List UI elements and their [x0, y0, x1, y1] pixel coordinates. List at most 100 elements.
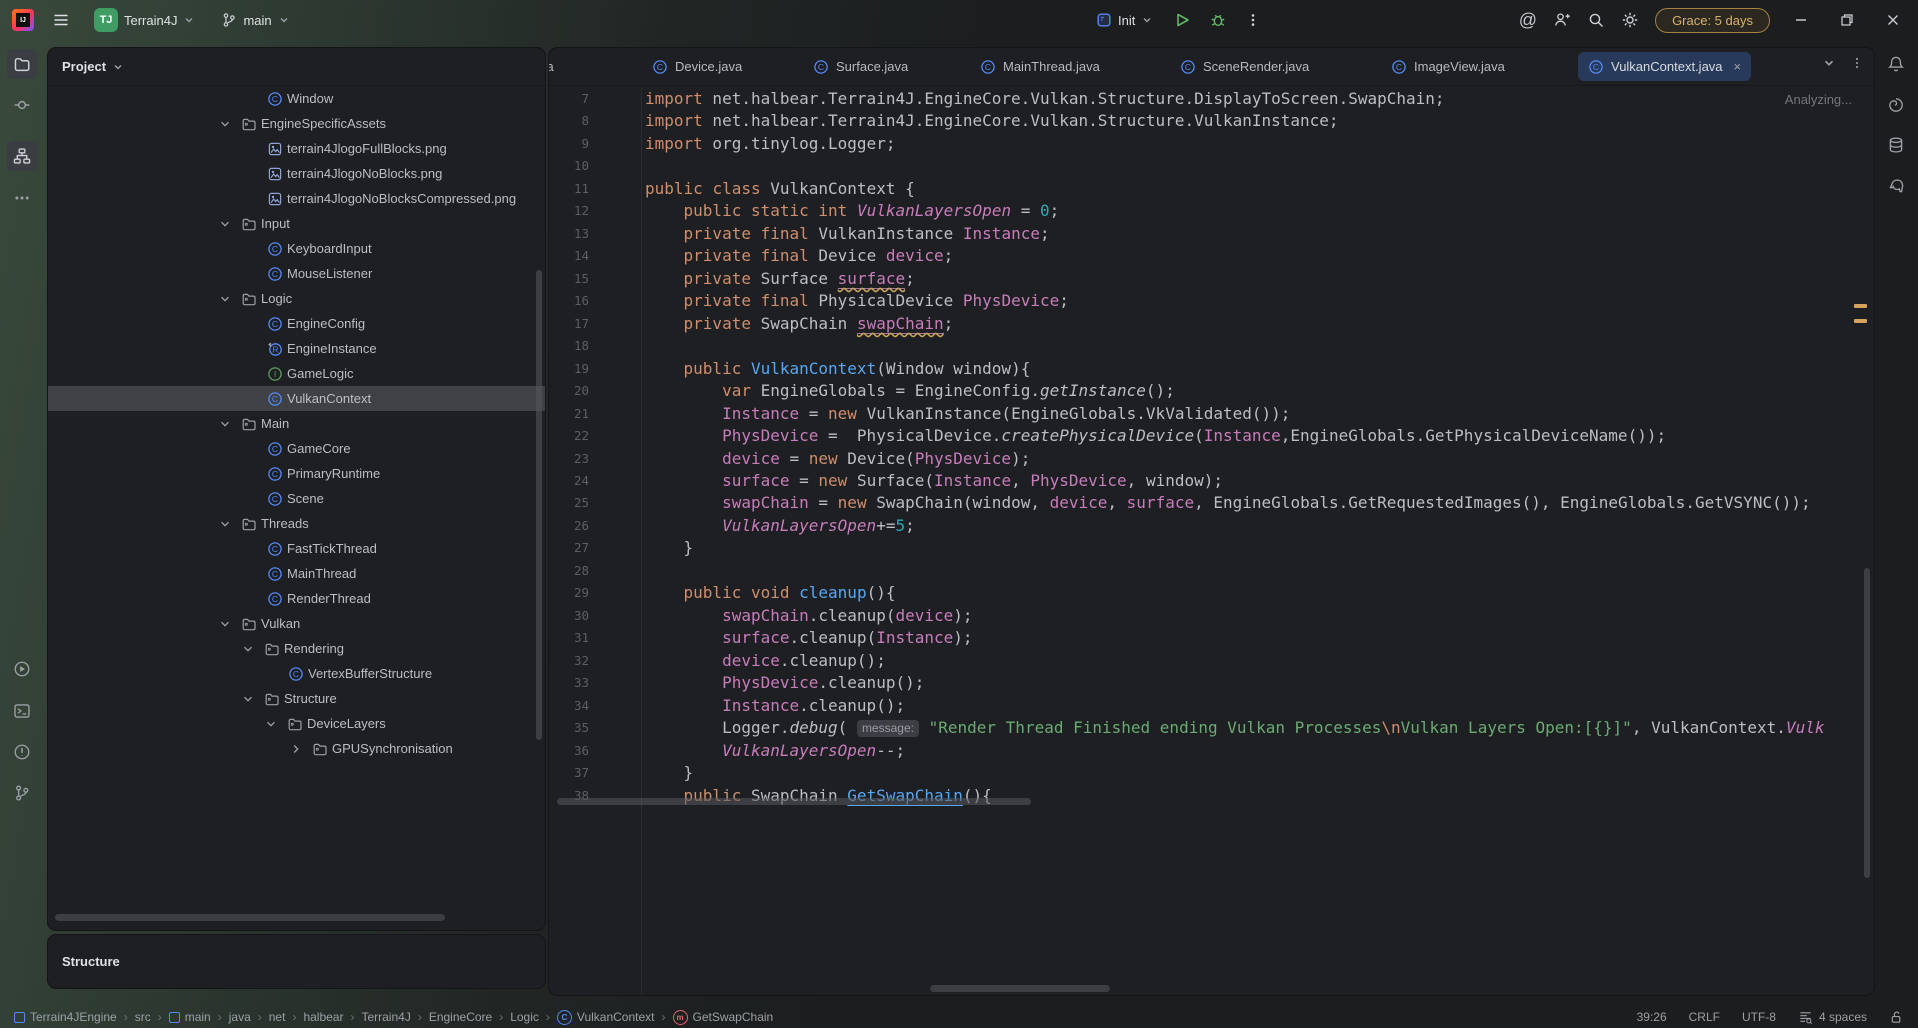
ai-assistant-icon[interactable]: @ — [1519, 10, 1537, 31]
tree-vertical-scrollbar[interactable] — [536, 270, 542, 740]
editor-bottom-hscrollbar[interactable] — [930, 985, 1110, 992]
breadcrumb-item-main[interactable]: main — [169, 1010, 211, 1024]
warning-stripe-mark[interactable] — [1854, 319, 1867, 323]
tab-surface-java[interactable]: CSurface.java — [803, 52, 918, 81]
gradle-tool-button[interactable] — [1881, 171, 1911, 201]
tree-item-input[interactable]: Input — [48, 211, 545, 236]
tree-item-fasttickthread[interactable]: CFastTickThread — [48, 536, 545, 561]
chevron-down-icon[interactable] — [217, 416, 233, 432]
tab-options-kebab-icon[interactable] — [1850, 56, 1864, 70]
file-encoding[interactable]: UTF-8 — [1742, 1010, 1776, 1024]
tree-item-vulkan[interactable]: Vulkan — [48, 611, 545, 636]
more-run-actions-button[interactable] — [1241, 8, 1265, 32]
chevron-down-icon[interactable] — [217, 616, 233, 632]
tree-item-threads[interactable]: Threads — [48, 511, 545, 536]
version-control-tool-button[interactable] — [7, 778, 37, 808]
indent-setting[interactable]: 4 spaces — [1798, 1010, 1867, 1025]
tree-item-engineinstance[interactable]: REngineInstance — [48, 336, 545, 361]
tree-item-devicelayers[interactable]: DeviceLayers — [48, 711, 545, 736]
tree-item-primaryruntime[interactable]: CPrimaryRuntime — [48, 461, 545, 486]
tab-mainthread-java[interactable]: CMainThread.java — [970, 52, 1110, 81]
breadcrumb-item-vulkancontext[interactable]: CVulkanContext — [557, 1010, 655, 1025]
project-tool-button[interactable] — [7, 49, 37, 79]
vcs-branch-widget[interactable]: main — [215, 8, 295, 32]
tree-item-enginespecificassets[interactable]: EngineSpecificAssets — [48, 111, 545, 136]
editor-vertical-scrollbar[interactable] — [1864, 568, 1870, 878]
project-tree[interactable]: CWindowEngineSpecificAssetsterrain4Jlogo… — [48, 86, 545, 930]
tree-item-window[interactable]: CWindow — [48, 86, 545, 111]
tree-item-main[interactable]: Main — [48, 411, 545, 436]
tree-item-mainthread[interactable]: CMainThread — [48, 561, 545, 586]
chevron-down-icon[interactable] — [217, 291, 233, 307]
hamburger-menu-icon[interactable] — [48, 7, 74, 33]
ai-chat-tool-button[interactable] — [1881, 90, 1911, 120]
tree-item-gamecore[interactable]: CGameCore — [48, 436, 545, 461]
chevron-right-icon[interactable] — [288, 741, 304, 757]
tree-item-engineconfig[interactable]: CEngineConfig — [48, 311, 545, 336]
chevron-down-icon[interactable] — [217, 516, 233, 532]
tab-close-icon[interactable]: × — [1734, 59, 1742, 74]
code-area[interactable]: 7import net.halbear.Terrain4J.EngineCore… — [549, 88, 1874, 995]
breadcrumb-item-java[interactable]: java — [229, 1010, 251, 1024]
tab-list-chevron-icon[interactable] — [1822, 56, 1836, 70]
close-button[interactable] — [1878, 9, 1908, 31]
warning-stripe-mark[interactable] — [1854, 304, 1867, 308]
tree-item-terrain4jlogonoblockscompressed-png[interactable]: terrain4JlogoNoBlocksCompressed.png — [48, 186, 545, 211]
chevron-down-icon[interactable] — [263, 716, 279, 732]
problems-tool-button[interactable] — [7, 737, 37, 767]
search-everywhere-button[interactable] — [1587, 11, 1605, 29]
breadcrumb-item-terrain4jengine[interactable]: Terrain4JEngine — [14, 1010, 117, 1024]
tree-item-renderthread[interactable]: CRenderThread — [48, 586, 545, 611]
chevron-down-icon[interactable] — [240, 691, 256, 707]
notifications-button[interactable] — [1881, 49, 1911, 79]
run-configuration-selector[interactable]: Init — [1090, 8, 1159, 32]
breadcrumb[interactable]: Terrain4JEngine›src›main›java›net›halbea… — [14, 1010, 773, 1025]
tree-item-keyboardinput[interactable]: CKeyboardInput — [48, 236, 545, 261]
structure-panel-header[interactable]: Structure — [48, 935, 545, 988]
editor-floating-hscrollbar[interactable] — [557, 798, 1031, 805]
terminal-tool-button[interactable] — [7, 696, 37, 726]
settings-button[interactable] — [1621, 11, 1639, 29]
tab-device-java[interactable]: CDevice.java — [642, 52, 752, 81]
license-badge[interactable]: Grace: 5 days — [1655, 8, 1770, 33]
tree-item-rendering[interactable]: Rendering — [48, 636, 545, 661]
tree-item-terrain4jlogofullblocks-png[interactable]: terrain4JlogoFullBlocks.png — [48, 136, 545, 161]
more-tool-windows-button[interactable] — [7, 183, 37, 213]
tab-scenerender-java[interactable]: CSceneRender.java — [1170, 52, 1319, 81]
tree-item-terrain4jlogonoblocks-png[interactable]: terrain4JlogoNoBlocks.png — [48, 161, 545, 186]
run-button[interactable] — [1169, 7, 1195, 33]
unlocked-icon[interactable] — [1889, 1010, 1904, 1025]
tab-imageview-java[interactable]: CImageView.java — [1381, 52, 1515, 81]
tree-item-scene[interactable]: CScene — [48, 486, 545, 511]
services-tool-button[interactable] — [7, 654, 37, 684]
tree-item-mouselistener[interactable]: CMouseListener — [48, 261, 545, 286]
structure-tool-button[interactable] — [7, 141, 37, 171]
breadcrumb-item-getswapchain[interactable]: mGetSwapChain — [673, 1010, 774, 1025]
caret-position[interactable]: 39:26 — [1637, 1010, 1667, 1024]
chevron-down-icon[interactable] — [217, 116, 233, 132]
breadcrumb-item-halbear[interactable]: halbear — [303, 1010, 343, 1024]
tree-item-logic[interactable]: Logic — [48, 286, 545, 311]
tree-item-vulkancontext[interactable]: CVulkanContext — [48, 386, 545, 411]
tree-item-structure[interactable]: Structure — [48, 686, 545, 711]
breadcrumb-item-enginecore[interactable]: EngineCore — [429, 1010, 492, 1024]
minimize-button[interactable] — [1786, 9, 1816, 31]
maximize-button[interactable] — [1832, 9, 1862, 31]
line-ending[interactable]: CRLF — [1689, 1010, 1720, 1024]
breadcrumb-item-src[interactable]: src — [135, 1010, 151, 1024]
tree-item-gamelogic[interactable]: IGameLogic — [48, 361, 545, 386]
tree-horizontal-scrollbar[interactable] — [55, 914, 445, 921]
project-widget[interactable]: TJ Terrain4J — [88, 4, 201, 36]
breadcrumb-item-logic[interactable]: Logic — [510, 1010, 539, 1024]
project-panel-header[interactable]: Project — [48, 48, 545, 86]
tab-vulkancontext-java[interactable]: CVulkanContext.java× — [1578, 52, 1751, 81]
commit-tool-button[interactable] — [7, 90, 37, 120]
tab-e-java[interactable]: e.java — [549, 52, 564, 81]
database-tool-button[interactable] — [1881, 130, 1911, 160]
tree-item-vertexbufferstructure[interactable]: CVertexBufferStructure — [48, 661, 545, 686]
chevron-down-icon[interactable] — [240, 641, 256, 657]
chevron-down-icon[interactable] — [217, 216, 233, 232]
breadcrumb-item-net[interactable]: net — [269, 1010, 286, 1024]
code-with-me-button[interactable] — [1553, 11, 1571, 29]
debug-button[interactable] — [1205, 7, 1231, 33]
